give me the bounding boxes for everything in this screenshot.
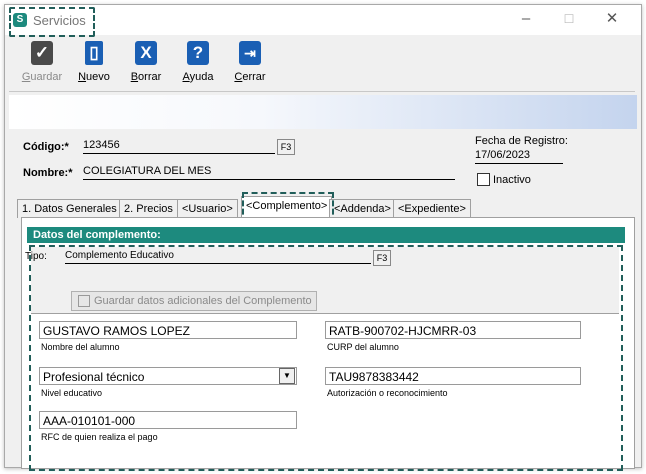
ayuda-mnemonic: A (182, 71, 190, 83)
tab-expediente[interactable]: <Expediente> (393, 199, 471, 218)
borrar-label: orrar (138, 71, 162, 83)
inactivo-label: Inactivo (493, 174, 531, 186)
guardar-label: uardar (30, 71, 63, 83)
section-title: Datos del complemento: (27, 227, 625, 243)
nuevo-mnemonic: N (78, 71, 87, 83)
header-band (9, 95, 637, 129)
borrar-button[interactable]: X Borrar (121, 39, 171, 91)
tab-addenda[interactable]: <Addenda> (329, 199, 396, 218)
exit-door-icon: ⇥ (239, 41, 261, 65)
tab-usuario[interactable]: <Usuario> (177, 199, 238, 218)
cerrar-label: errar (242, 71, 266, 83)
checkmark-icon: ✓ (31, 41, 53, 65)
cerrar-button[interactable]: ⇥ Cerrar (225, 39, 275, 91)
minimize-button[interactable]: – (518, 11, 534, 27)
new-document-icon: ▯ (85, 41, 103, 65)
servicios-window: S Servicios – ☐ ✕ ✓ Guardar ▯ Nuevo X Bo… (4, 4, 642, 471)
toolbar: ✓ Guardar ▯ Nuevo X Borrar ? Ayuda ⇥ Cer… (9, 37, 635, 92)
ayuda-button[interactable]: ? Ayuda (173, 39, 223, 91)
ayuda-label: yuda (189, 71, 214, 83)
guardar-button[interactable]: ✓ Guardar (17, 39, 67, 91)
fecha-value: 17/06/2023 (475, 149, 563, 164)
title-highlight (9, 7, 95, 37)
nombre-label: Nombre:* (23, 167, 73, 179)
codigo-label: Código:* (23, 141, 69, 153)
tab-precios[interactable]: 2. Precios (119, 199, 178, 218)
complemento-highlight (29, 245, 623, 471)
nombre-input[interactable]: COLEGIATURA DEL MES (83, 165, 455, 180)
nuevo-button[interactable]: ▯ Nuevo (69, 39, 119, 91)
tab-datos-generales[interactable]: 1. Datos Generales (17, 199, 122, 218)
close-button[interactable]: ✕ (604, 11, 620, 27)
borrar-mnemonic: B (130, 71, 139, 83)
codigo-input[interactable]: 123456 (83, 139, 275, 154)
inactivo-checkbox[interactable] (477, 173, 490, 186)
codigo-f3-button[interactable]: F3 (277, 139, 295, 155)
fecha-label: Fecha de Registro: (475, 135, 568, 147)
maximize-button[interactable]: ☐ (561, 11, 577, 27)
title-bar[interactable]: S Servicios – ☐ ✕ (5, 5, 641, 37)
nuevo-label: uevo (86, 71, 110, 83)
delete-x-icon: X (135, 41, 157, 65)
help-icon: ? (187, 41, 209, 65)
